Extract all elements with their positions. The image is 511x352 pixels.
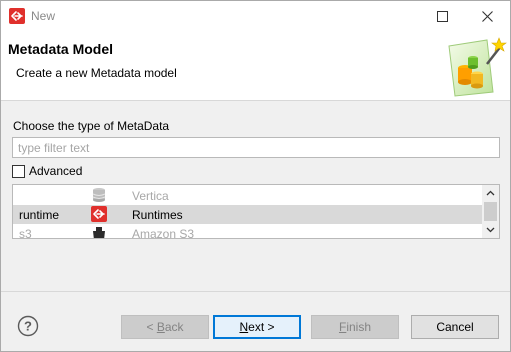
back-prefix: < xyxy=(146,320,157,334)
metadata-type-label: Choose the type of MetaData xyxy=(13,119,170,133)
next-mnemonic: N xyxy=(239,320,249,334)
footer-divider xyxy=(1,291,510,292)
wizard-header: Metadata Model Create a new Metadata mod… xyxy=(1,31,510,101)
metadata-wizard-graphic xyxy=(448,37,507,97)
list-item-name: Runtimes xyxy=(132,208,183,222)
maximize-icon xyxy=(436,10,448,22)
title-bar: New xyxy=(1,1,510,31)
page-title: Metadata Model xyxy=(8,41,114,57)
back-rest: ack xyxy=(164,320,184,334)
close-button[interactable] xyxy=(469,1,505,31)
scroll-down-button[interactable] xyxy=(482,222,499,238)
s3-bucket-icon xyxy=(93,227,105,238)
advanced-checkbox[interactable] xyxy=(12,164,25,178)
list-item[interactable]: runtime Runtimes xyxy=(13,205,483,224)
chevron-up-icon xyxy=(486,190,495,196)
page-description: Create a new Metadata model xyxy=(16,66,177,80)
list-item-name: Vertica xyxy=(132,189,169,203)
list-item[interactable]: s3 Amazon S3 xyxy=(13,224,483,239)
list-item-id: runtime xyxy=(19,208,60,222)
chevron-down-icon xyxy=(486,227,495,233)
advanced-checkbox-label[interactable]: Advanced xyxy=(29,164,82,178)
advanced-checkbox-row[interactable]: Advanced xyxy=(12,163,82,179)
list-item-name: Amazon S3 xyxy=(132,227,195,239)
scroll-thumb[interactable] xyxy=(484,202,497,221)
svg-text:?: ? xyxy=(24,319,32,334)
finish-button[interactable]: Finish xyxy=(311,315,399,339)
list-scrollbar[interactable] xyxy=(482,185,499,238)
finish-mnemonic: F xyxy=(338,320,347,334)
close-icon xyxy=(481,10,493,22)
metadata-type-list[interactable]: Vertica runtime Runtimes s3 Amazon S3 xyxy=(12,184,500,239)
list-item-id: s3 xyxy=(19,227,32,239)
back-mnemonic: B xyxy=(156,320,165,334)
back-button[interactable]: < Back xyxy=(121,315,209,339)
help-icon[interactable]: ? xyxy=(17,315,39,337)
database-icon xyxy=(92,188,106,202)
cancel-button[interactable]: Cancel xyxy=(411,315,499,339)
new-wizard-dialog: New Metadata Model Create a new Metadata… xyxy=(0,0,511,352)
next-rest: ext > xyxy=(248,320,275,334)
finish-rest: inish xyxy=(346,320,372,334)
next-button[interactable]: Next > xyxy=(213,315,301,339)
maximize-button[interactable] xyxy=(424,1,460,31)
runtime-icon xyxy=(91,206,107,222)
talend-app-icon xyxy=(9,8,25,24)
list-item[interactable]: Vertica xyxy=(13,186,483,205)
window-title: New xyxy=(31,9,56,23)
filter-input[interactable] xyxy=(12,137,500,158)
scroll-up-button[interactable] xyxy=(482,185,499,201)
